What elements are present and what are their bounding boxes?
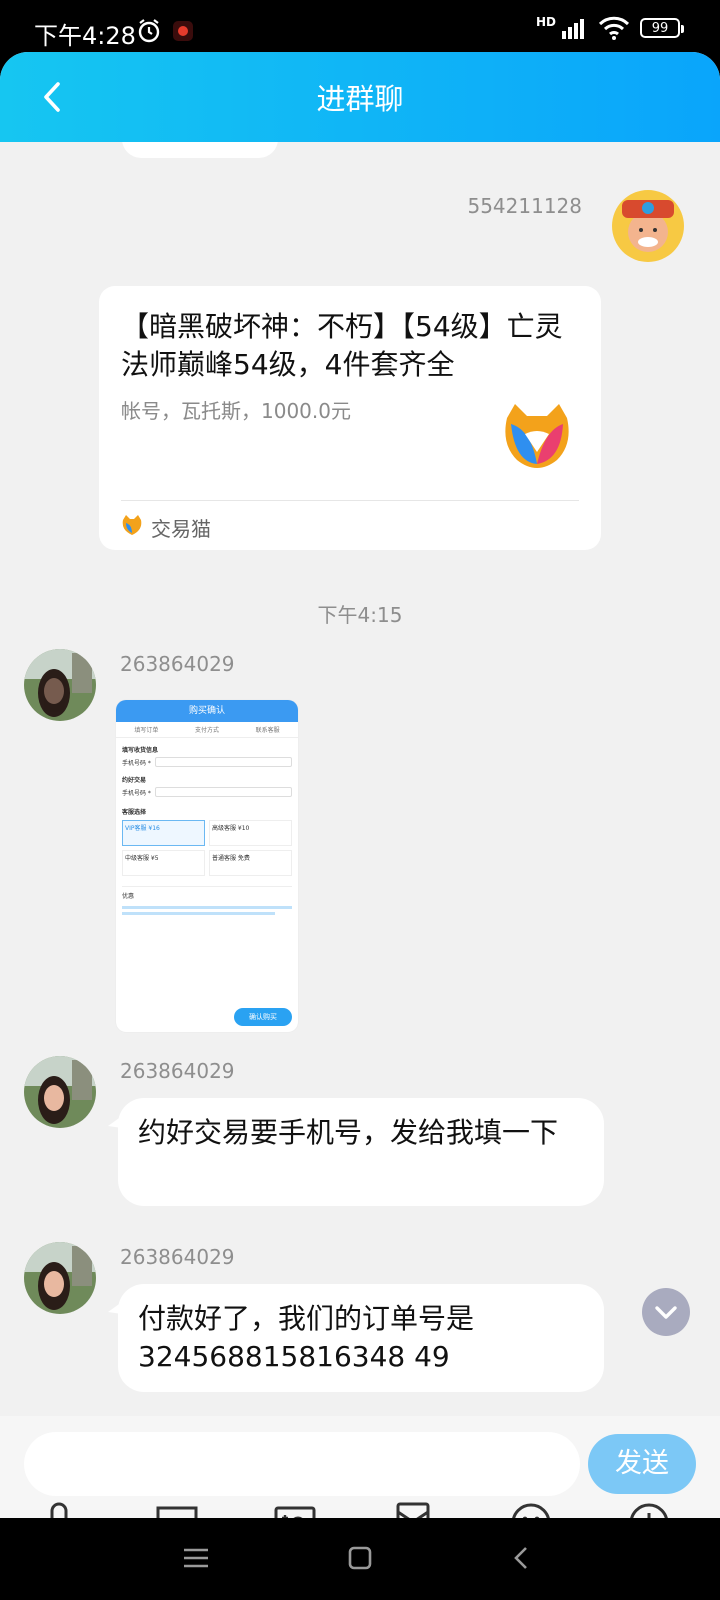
shot-body: 填写订单 支付方式 联系客服 填写收货信息 手机号码 * 约好交易 手机号码 *… (116, 722, 298, 919)
avatar[interactable] (24, 1056, 96, 1128)
sender-name: 263864029 (120, 1059, 235, 1083)
back-nav-icon[interactable] (504, 1540, 540, 1576)
mic-icon[interactable] (34, 1498, 84, 1518)
avatar-image (24, 1242, 96, 1314)
screenshot-image[interactable]: 购买确认 填写订单 支付方式 联系客服 填写收货信息 手机号码 * 约好交易 手… (116, 700, 298, 1032)
sender-name: 263864029 (120, 652, 235, 676)
shot-section: 填写收货信息 (122, 747, 159, 754)
message-bubble[interactable]: 约好交易要手机号，发给我填一下 (108, 1098, 604, 1206)
shot-option: 中级客服 ¥5 (122, 850, 205, 876)
jiaoyimao-icon (122, 515, 142, 535)
send-button[interactable]: 发送 (588, 1434, 696, 1494)
shot-option: 普通客服 免费 (209, 850, 292, 876)
status-time: 下午4:28 (34, 22, 136, 50)
composer: 发送 (0, 1416, 720, 1518)
menu-icon[interactable] (178, 1540, 214, 1576)
sender-name: 263864029 (120, 1245, 235, 1269)
shot-tab: 联系客服 (255, 727, 280, 734)
wifi-icon (598, 16, 630, 40)
shot-option: VIP客服 ¥16 (122, 820, 205, 846)
shot-section: 约好交易 (122, 777, 147, 784)
divider (121, 500, 579, 501)
system-nav-bar (0, 1518, 720, 1600)
shot-discount: 优惠 (122, 886, 292, 900)
chat-app: 进群聊 554211128 【暗黑破坏神：不朽】【54级】亡灵法师巅峰54级，4… (0, 52, 720, 1518)
photo-icon[interactable] (270, 1498, 320, 1518)
product-card[interactable]: 【暗黑破坏神：不朽】【54级】亡灵法师巅峰54级，4件套齐全 帐号，瓦托斯，10… (99, 286, 601, 550)
avatar-image (24, 1056, 96, 1128)
cast-icon[interactable] (152, 1498, 202, 1518)
shot-header: 购买确认 (116, 700, 298, 722)
chevron-down-icon (655, 1306, 677, 1319)
battery-level: 99 (651, 20, 669, 36)
status-right: HD 99 (535, 15, 684, 40)
header-bar: 进群聊 (0, 52, 720, 142)
emoji-icon[interactable] (506, 1498, 556, 1518)
shot-section: 客服选择 (122, 809, 147, 816)
message-input[interactable] (24, 1432, 580, 1496)
message-list[interactable]: 554211128 【暗黑破坏神：不朽】【54级】亡灵法师巅峰54级，4件套齐全… (0, 142, 720, 1416)
shot-label: 手机号码 * (122, 789, 151, 797)
avatar[interactable] (612, 190, 684, 262)
avatar-image (24, 649, 96, 721)
avatar[interactable] (24, 1242, 96, 1314)
battery-icon: 99 (640, 18, 684, 38)
cat-logo-icon (505, 404, 569, 468)
signal-icon (562, 19, 584, 39)
hd-label: HD (535, 15, 556, 29)
shot-title: 购买确认 (188, 706, 225, 716)
card-source: 交易猫 (151, 517, 211, 541)
avatar-image (612, 190, 684, 262)
card-title: 【暗黑破坏神：不朽】【54级】亡灵法师巅峰54级，4件套齐全 (121, 310, 563, 381)
shot-label: 手机号码 * (122, 759, 151, 767)
card-subtitle: 帐号，瓦托斯，1000.0元 (121, 399, 351, 423)
message-bubble[interactable]: 付款好了，我们的订单号是324568815816348 49 (108, 1284, 604, 1392)
message-timestamp: 下午4:15 (317, 603, 403, 627)
shot-tab: 支付方式 (194, 727, 219, 734)
previous-message-bubble[interactable] (122, 142, 278, 158)
app-notification-icon (173, 21, 193, 41)
sender-name: 554211128 (467, 194, 582, 218)
scroll-to-bottom-button[interactable] (642, 1288, 690, 1336)
redpacket-icon[interactable] (388, 1498, 438, 1518)
shot-option: 高级客服 ¥10 (209, 820, 292, 846)
shot-tab: 填写订单 (134, 727, 159, 734)
plus-icon[interactable] (624, 1498, 674, 1518)
home-icon[interactable] (342, 1540, 378, 1576)
avatar[interactable] (24, 649, 96, 721)
shot-confirm-button: 确认购买 (234, 1008, 292, 1026)
alarm-icon (138, 19, 160, 43)
page-title: 进群聊 (316, 82, 404, 116)
